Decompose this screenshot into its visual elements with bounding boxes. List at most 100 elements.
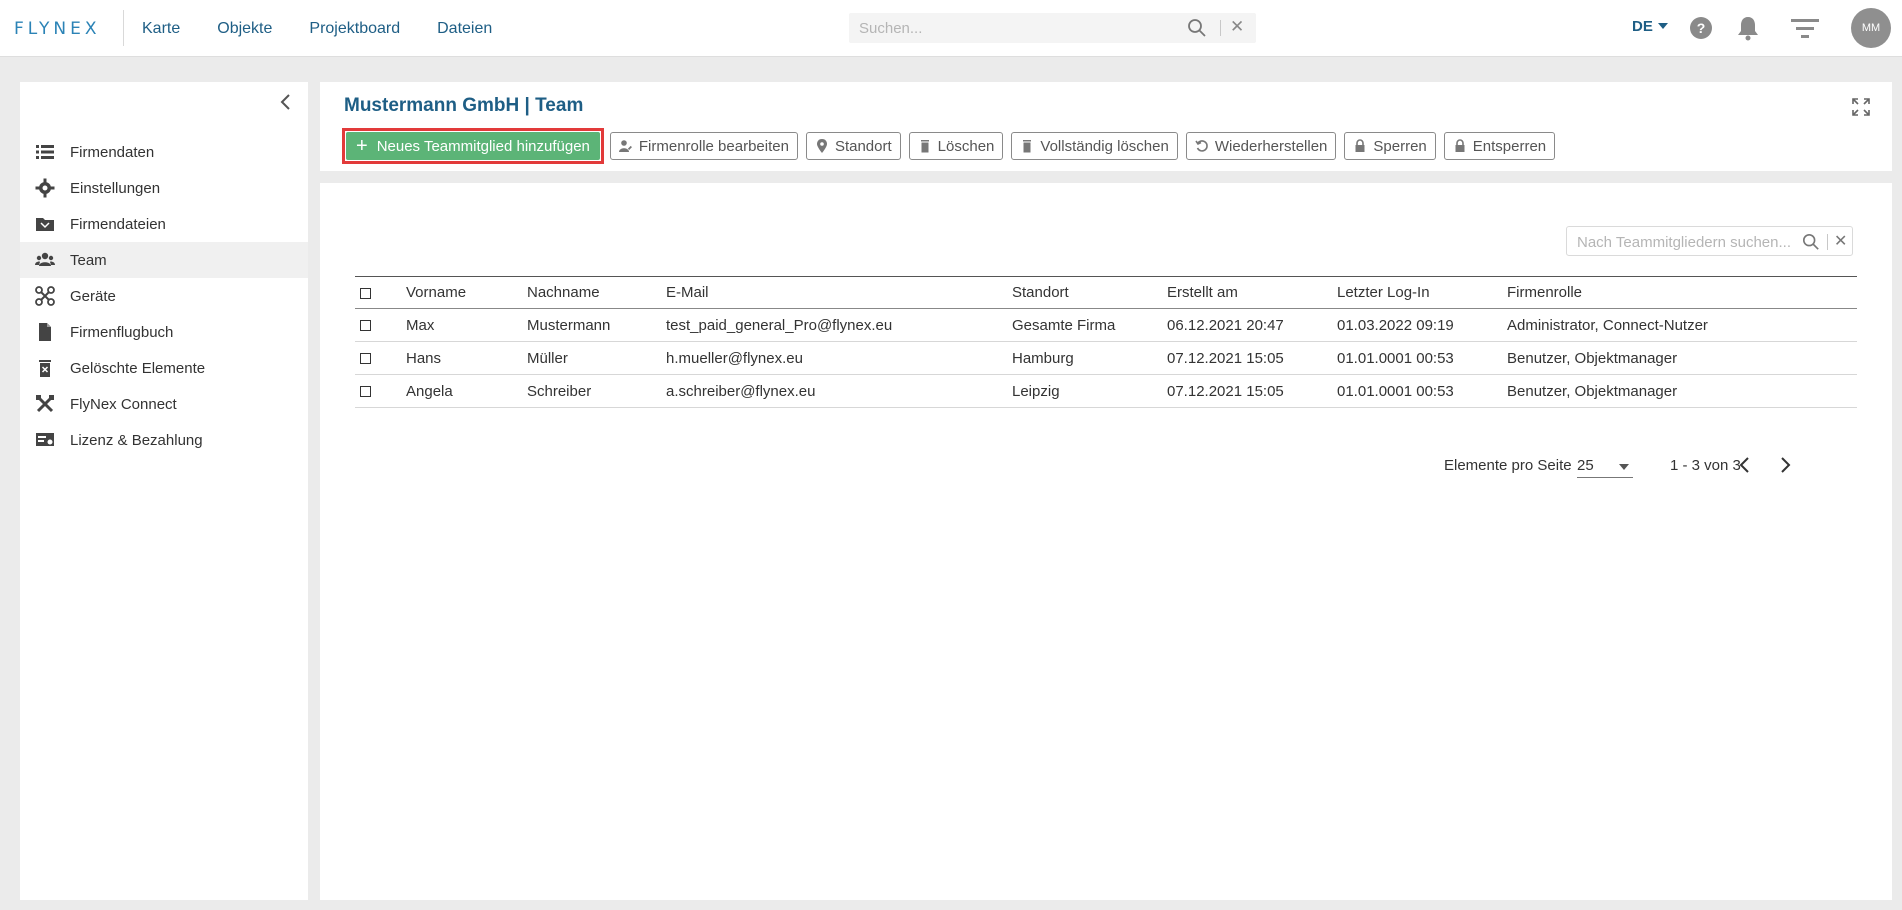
column-firmenrolle[interactable]: Firmenrolle [1507,277,1857,309]
sidebar-item-label: Lizenz & Bezahlung [70,431,203,449]
table-row[interactable]: Hans Müller h.mueller@flynex.eu Hamburg … [355,342,1857,375]
main-nav: Karte Objekte Projektboard Dateien [142,0,529,57]
gear-icon [35,178,55,198]
logo-divider [123,10,124,46]
add-team-member-button[interactable]: + Neues Teammitglied hinzufügen [346,132,600,160]
page-size-select[interactable]: 25 [1577,454,1633,478]
chevron-left-icon[interactable] [1737,456,1753,474]
nav-karte[interactable]: Karte [142,20,180,38]
row-checkbox[interactable] [360,353,371,365]
page-size-label: Elemente pro Seite [1444,457,1572,474]
license-icon [36,433,54,446]
page-size-value: 25 [1577,457,1594,474]
cell-nachname: Müller [527,349,568,367]
cell-email: test_paid_general_Pro@flynex.eu [666,316,893,334]
user-avatar[interactable]: MM [1851,8,1891,48]
table-row[interactable]: Angela Schreiber a.schreiber@flynex.eu L… [355,375,1857,408]
global-search-input[interactable]: Suchen... ✕ [849,13,1256,43]
column-nachname[interactable]: Nachname [527,277,666,309]
table-row[interactable]: Max Mustermann test_paid_general_Pro@fly… [355,309,1857,342]
cell-erstellt-am: 07.12.2021 15:05 [1167,382,1284,400]
team-table-card: Nach Teammitgliedern suchen... ✕ Vorname… [320,183,1892,900]
team-icon [35,252,55,266]
sidebar: Firmendaten Einstellungen Firmendateien … [20,82,308,900]
sidebar-item-label: Firmendaten [70,143,155,161]
cell-firmenrolle: Benutzer, Objektmanager [1507,349,1678,367]
select-all-cell [355,277,406,309]
sidebar-item-firmendateien[interactable]: Firmendateien [20,206,308,242]
sidebar-item-einstellungen[interactable]: Einstellungen [20,170,308,206]
sidebar-item-label: FlyNex Connect [70,395,177,413]
page-range: 1 - 3 von 3 [1670,457,1741,474]
nav-dateien[interactable]: Dateien [437,20,492,38]
sidebar-item-team[interactable]: Team [20,242,308,278]
nav-projektboard[interactable]: Projektboard [309,20,400,38]
search-separator [1827,234,1828,250]
cell-letzter-login: 01.01.0001 00:53 [1337,349,1454,367]
filter-icon[interactable] [1791,17,1819,39]
column-vorname[interactable]: Vorname [406,277,527,309]
paginator: Elemente pro Seite 25 1 - 3 von 3 [320,450,1892,480]
select-all-checkbox[interactable] [360,287,371,299]
cell-letzter-login: 01.03.2022 09:19 [1337,316,1454,334]
trash-icon [39,360,51,377]
cell-vorname: Max [406,316,435,334]
column-letzter-login[interactable]: Letzter Log-In [1337,277,1507,309]
tools-icon [36,395,54,413]
sidebar-item-flynex-connect[interactable]: FlyNex Connect [20,386,308,422]
unlock-label: Entsperren [1472,137,1547,155]
column-standort[interactable]: Standort [1012,277,1167,309]
trash-icon [1023,140,1032,153]
location-button[interactable]: Standort [805,132,901,160]
edit-company-role-button[interactable]: Firmenrolle bearbeiten [609,132,798,160]
row-checkbox[interactable] [360,320,371,332]
team-search-input[interactable]: Nach Teammitgliedern suchen... ✕ [1566,226,1853,256]
lock-icon [1455,139,1465,152]
delete-permanently-button[interactable]: Vollständig löschen [1011,132,1178,160]
sidebar-item-lizenz-bezahlung[interactable]: Lizenz & Bezahlung [20,422,308,458]
table-header-row: Vorname Nachname E-Mail Standort Erstell… [355,276,1857,309]
caret-down-icon [1619,464,1629,470]
cell-nachname: Schreiber [527,382,592,400]
cell-standort: Gesamte Firma [1012,316,1116,334]
location-label: Standort [834,137,892,155]
search-icon[interactable] [1187,18,1207,38]
sidebar-item-geraete[interactable]: Geräte [20,278,308,314]
clear-search-icon[interactable]: ✕ [1230,17,1244,37]
cell-firmenrolle: Benutzer, Objektmanager [1507,382,1678,400]
chevron-left-icon[interactable] [278,92,294,112]
restore-icon [1195,140,1208,152]
team-table: Vorname Nachname E-Mail Standort Erstell… [355,276,1857,408]
unlock-button[interactable]: Entsperren [1443,132,1556,160]
cell-vorname: Angela [406,382,453,400]
fullscreen-icon[interactable] [1852,98,1870,116]
cell-email: h.mueller@flynex.eu [666,349,803,367]
sidebar-item-firmenflugbuch[interactable]: Firmenflugbuch [20,314,308,350]
cell-erstellt-am: 07.12.2021 15:05 [1167,349,1284,367]
search-icon[interactable] [1802,233,1820,251]
cell-vorname: Hans [406,349,442,367]
row-select-cell [355,342,406,375]
column-email[interactable]: E-Mail [666,277,1012,309]
help-icon[interactable]: ? [1690,17,1712,39]
chevron-right-icon[interactable] [1777,456,1793,474]
nav-objekte[interactable]: Objekte [217,20,272,38]
sidebar-item-label: Einstellungen [70,179,161,197]
column-erstellt-am[interactable]: Erstellt am [1167,277,1337,309]
row-checkbox[interactable] [360,386,371,398]
delete-button[interactable]: Löschen [908,132,1004,160]
cell-standort: Leipzig [1012,382,1060,400]
plus-icon: + [356,135,368,157]
clear-search-icon[interactable]: ✕ [1834,231,1847,251]
map-marker-icon [816,139,827,153]
lock-button[interactable]: Sperren [1344,132,1436,160]
delete-label: Löschen [937,137,995,155]
cell-letzter-login: 01.01.0001 00:53 [1337,382,1454,400]
sidebar-item-firmendaten[interactable]: Firmendaten [20,134,308,170]
sidebar-item-geloeschte-elemente[interactable]: Gelöschte Elemente [20,350,308,386]
restore-label: Wiederherstellen [1214,137,1328,155]
bell-icon[interactable] [1736,15,1760,41]
flynex-logo[interactable]: FLYNEX [14,19,100,39]
language-select[interactable]: DE [1632,18,1668,35]
restore-button[interactable]: Wiederherstellen [1185,132,1337,160]
